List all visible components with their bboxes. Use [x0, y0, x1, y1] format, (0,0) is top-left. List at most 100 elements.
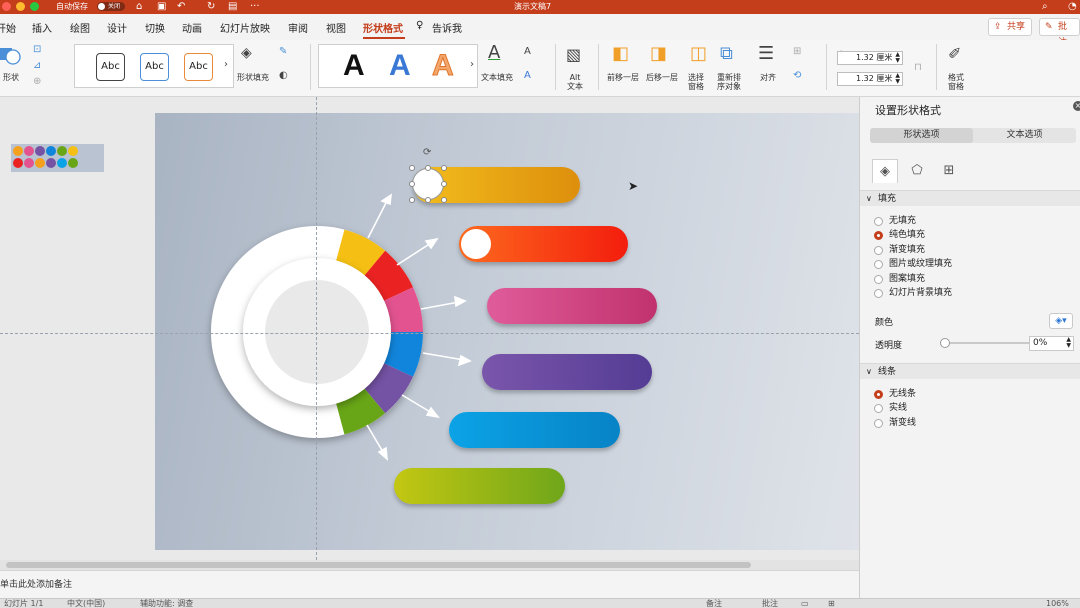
present-icon[interactable]: ▤: [228, 1, 237, 13]
scrollbar-thumb[interactable]: [6, 562, 751, 568]
text-fill-label[interactable]: 文本填充: [481, 73, 513, 82]
selection-pane-label[interactable]: 选择 窗格: [688, 73, 704, 91]
close-icon[interactable]: ×: [1073, 101, 1080, 111]
slide-thumbnail-1[interactable]: [11, 144, 104, 172]
wordart-style-2[interactable]: A: [389, 49, 411, 83]
tab-review[interactable]: 审阅: [288, 20, 308, 35]
color-bar-6[interactable]: [394, 468, 565, 504]
notes-pane[interactable]: 单击此处添加备注: [0, 570, 859, 598]
search-icon[interactable]: ⌕: [1042, 1, 1048, 13]
merge-shapes-icon[interactable]: ⊕: [33, 76, 41, 87]
minimize-window-button[interactable]: [16, 2, 25, 11]
radio-button[interactable]: [874, 275, 883, 284]
close-window-button[interactable]: [2, 2, 11, 11]
tab-view[interactable]: 视图: [326, 20, 346, 35]
bring-forward-label[interactable]: 前移一层: [607, 73, 639, 82]
fill-option-picture[interactable]: 图片或纹理填充: [874, 259, 952, 270]
radio-button[interactable]: [874, 419, 883, 428]
horizontal-scrollbar[interactable]: [0, 560, 859, 570]
account-icon[interactable]: ◔: [1068, 1, 1077, 13]
tab-slideshow[interactable]: 幻灯片放映: [220, 20, 270, 35]
shape-insert-icon[interactable]: [0, 46, 26, 66]
shape-style-2[interactable]: Abc: [140, 53, 169, 81]
tell-me-search[interactable]: 告诉我: [432, 20, 462, 35]
fill-color-picker[interactable]: ◈▾: [1049, 313, 1073, 329]
radio-button-selected[interactable]: [874, 231, 883, 240]
transparency-input[interactable]: 0% ▲ ▼: [1029, 336, 1074, 351]
zoom-level[interactable]: 106%: [1046, 599, 1069, 608]
tab-transitions[interactable]: 切换: [145, 20, 165, 35]
rotate-handle-icon[interactable]: ⟳: [423, 147, 431, 158]
size-properties-tab-icon[interactable]: ⊞: [936, 159, 962, 183]
alt-text-icon[interactable]: ▧: [566, 45, 581, 64]
tab-shape-options[interactable]: 形状选项: [870, 128, 973, 143]
comments-button[interactable]: ✎ 批注: [1039, 18, 1080, 48]
wordart-style-3[interactable]: A: [432, 49, 455, 83]
bar-2-white-knob[interactable]: [461, 229, 491, 259]
tab-text-options[interactable]: 文本选项: [973, 128, 1076, 143]
inner-grey-circle[interactable]: [265, 280, 369, 384]
color-bar-5[interactable]: [449, 412, 620, 448]
fill-option-none[interactable]: 无填充: [874, 216, 916, 227]
radio-button[interactable]: [874, 289, 883, 298]
tab-animations[interactable]: 动画: [182, 20, 202, 35]
line-option-solid[interactable]: 实线: [874, 403, 907, 414]
fill-option-solid[interactable]: 纯色填充: [874, 230, 925, 241]
selection-handle[interactable]: [409, 197, 415, 203]
slider-thumb[interactable]: [940, 338, 950, 348]
text-effects-icon[interactable]: A: [524, 70, 531, 81]
tab-shape-format[interactable]: 形状格式: [363, 20, 403, 35]
selection-handle[interactable]: [409, 165, 415, 171]
reorder-objects-icon[interactable]: ⧉: [720, 43, 733, 64]
redo-icon[interactable]: ↻: [207, 1, 215, 13]
selected-circle-shape[interactable]: [412, 168, 444, 200]
tab-draw[interactable]: 绘图: [70, 20, 90, 35]
format-pane-icon[interactable]: ✐: [948, 44, 961, 63]
fill-option-pattern[interactable]: 图案填充: [874, 274, 925, 285]
notes-toggle[interactable]: 备注: [706, 599, 722, 608]
tab-design[interactable]: 设计: [107, 20, 127, 35]
shape-style-1[interactable]: Abc: [96, 53, 125, 81]
line-option-gradient[interactable]: 渐变线: [874, 418, 916, 429]
selection-handle[interactable]: [441, 165, 447, 171]
bring-forward-icon[interactable]: ◧: [612, 43, 629, 64]
shape-height-field[interactable]: 1.32 厘米 ▲ ▼: [837, 51, 903, 65]
selection-handle[interactable]: [441, 197, 447, 203]
stepper-arrows-icon[interactable]: ▲ ▼: [895, 73, 900, 85]
tab-insert[interactable]: 插入: [32, 20, 52, 35]
line-section-header[interactable]: ∨ 线条: [860, 363, 1080, 379]
wordart-more-icon[interactable]: ›: [470, 59, 474, 70]
radio-button[interactable]: [874, 246, 883, 255]
save-icon[interactable]: ▣: [157, 1, 166, 13]
align-icon[interactable]: ☰: [758, 43, 774, 64]
send-backward-label[interactable]: 后移一层: [646, 73, 678, 82]
alt-text-label[interactable]: Alt 文本: [567, 73, 583, 91]
reorder-label[interactable]: 重新排 序对象: [717, 73, 741, 91]
radio-button[interactable]: [874, 404, 883, 413]
radio-button[interactable]: [874, 217, 883, 226]
selection-handle[interactable]: [441, 181, 447, 187]
stepper-arrows-icon[interactable]: ▲ ▼: [1066, 337, 1071, 349]
share-button[interactable]: ⇪ 共享: [988, 18, 1033, 36]
rotate-icon[interactable]: ⟲: [793, 70, 801, 81]
align-label[interactable]: 对齐: [760, 73, 776, 82]
fill-option-gradient[interactable]: 渐变填充: [874, 245, 925, 256]
autosave-toggle[interactable]: 关闭: [97, 2, 125, 11]
slide-canvas[interactable]: ⟳ ➤: [155, 113, 859, 550]
undo-icon[interactable]: ↶: [177, 1, 185, 13]
text-fill-icon[interactable]: A: [488, 42, 500, 63]
line-option-none[interactable]: 无线条: [874, 389, 916, 400]
selection-pane-icon[interactable]: ◫: [690, 43, 707, 64]
effects-tab-icon[interactable]: ⬠: [904, 159, 930, 183]
slide-sorter-icon[interactable]: ⊞: [828, 599, 835, 608]
selection-handle[interactable]: [425, 197, 431, 203]
stepper-arrows-icon[interactable]: ▲ ▼: [895, 52, 900, 64]
shape-effects-icon[interactable]: ◐: [279, 70, 288, 81]
paint-bucket-icon[interactable]: ◈: [241, 45, 252, 61]
accessibility-status[interactable]: 辅助功能: 调查: [140, 599, 193, 608]
fill-option-slide-background[interactable]: 幻灯片背景填充: [874, 288, 952, 299]
more-icon[interactable]: ···: [250, 1, 260, 13]
home-icon[interactable]: ⌂: [136, 1, 142, 13]
wordart-style-1[interactable]: A: [343, 49, 365, 83]
shape-fill-label[interactable]: 形状填充: [237, 73, 269, 82]
